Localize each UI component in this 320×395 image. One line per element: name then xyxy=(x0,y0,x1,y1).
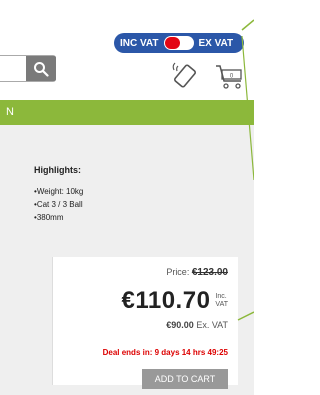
ex-vat-tag: Ex. VAT xyxy=(196,320,228,330)
price-ex-vat: €90.00 Ex. VAT xyxy=(166,320,228,330)
nav-label[interactable]: N xyxy=(6,106,14,118)
deal-countdown: Deal ends in: 9 days 14 hrs 49:25 xyxy=(102,348,228,357)
search-input[interactable] xyxy=(0,55,56,82)
search-button[interactable] xyxy=(26,56,56,81)
vat-switch-knob xyxy=(164,37,180,49)
search-icon xyxy=(34,61,49,77)
highlights-list: Weight: 10kg Cat 3 / 3 Ball 380mm xyxy=(34,185,254,224)
vat-switch[interactable] xyxy=(163,36,194,50)
ex-vat-label[interactable]: EX VAT xyxy=(199,38,234,49)
price-inc-amount: €110.70 xyxy=(121,287,211,314)
nav-bar[interactable]: N xyxy=(0,100,254,125)
product-highlights: Highlights: Weight: 10kg Cat 3 / 3 Ball … xyxy=(0,125,254,250)
highlights-title: Highlights: xyxy=(34,165,81,175)
old-price: Price: €123.00 xyxy=(166,267,228,278)
old-price-label: Price: xyxy=(166,267,190,277)
old-price-value: €123.00 xyxy=(191,267,228,278)
phone-icon[interactable] xyxy=(170,60,200,90)
inc-tag-line1: Inc. xyxy=(215,293,227,300)
price-inc-vat: €110.70 Inc. VAT xyxy=(121,287,228,315)
add-to-cart-button[interactable]: ADD TO CART xyxy=(142,369,228,389)
cart-icon[interactable]: 0 xyxy=(215,62,245,90)
inc-vat-label[interactable]: INC VAT xyxy=(120,38,159,49)
site-header: INC VAT EX VAT 0 xyxy=(0,0,254,112)
price-panel: Price: €123.00 €110.70 Inc. VAT €90.00 E… xyxy=(0,250,254,395)
highlight-item: 380mm xyxy=(34,211,254,224)
highlight-item: Cat 3 / 3 Ball xyxy=(34,198,254,211)
highlight-item: Weight: 10kg xyxy=(34,185,254,198)
inc-tag-line2: VAT xyxy=(215,301,228,308)
inc-vat-tag: Inc. VAT xyxy=(215,293,228,309)
price-ex-amount: €90.00 xyxy=(166,320,194,330)
price-card: Price: €123.00 €110.70 Inc. VAT €90.00 E… xyxy=(52,257,238,389)
vat-toggle[interactable]: INC VAT EX VAT xyxy=(114,33,244,53)
